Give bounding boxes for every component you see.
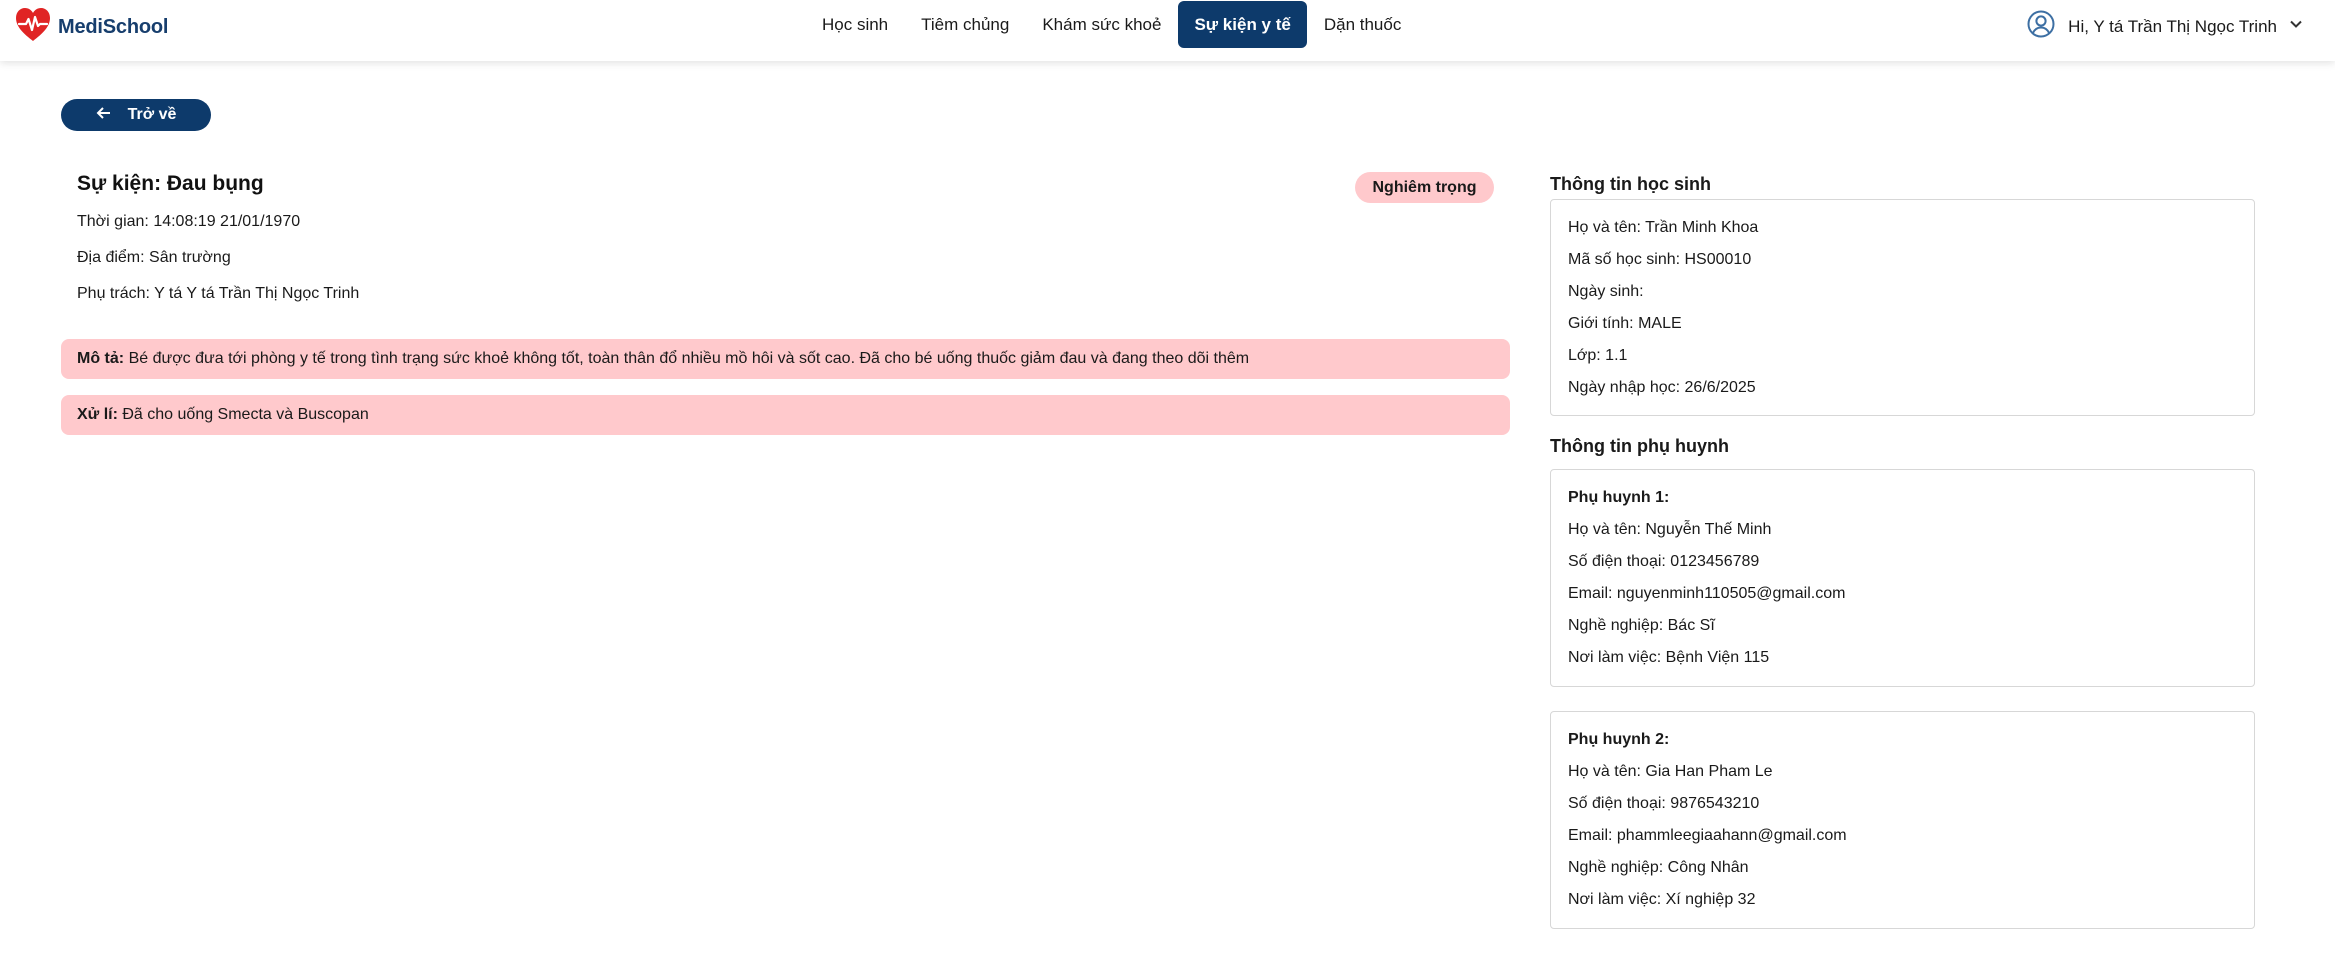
main-nav: Học sinh Tiêm chủng Khám sức khoẻ Sự kiệ… <box>806 1 1418 48</box>
event-owner: Phụ trách: Y tá Y tá Trần Thị Ngọc Trinh <box>77 285 359 303</box>
parent-2-email: Email: phammleegiaahann@gmail.com <box>1568 827 1847 844</box>
student-dob: Ngày sinh: <box>1568 283 1644 300</box>
student-enroll-date: Ngày nhập học: 26/6/2025 <box>1568 379 1756 396</box>
parent-2-workplace: Nơi làm việc: Xí nghiệp 32 <box>1568 891 1756 908</box>
chevron-down-icon[interactable] <box>2277 17 2303 36</box>
user-menu[interactable]: Hi, Y tá Trần Thị Ngọc Trinh <box>2026 9 2303 44</box>
event-owner-value: Y tá Y tá Trần Thị Ngọc Trinh <box>154 285 360 302</box>
parent-1-name: Họ và tên: Nguyễn Thế Minh <box>1568 521 1772 538</box>
student-info-card: Họ và tên: Trần Minh Khoa Mã số học sinh… <box>1550 199 2255 416</box>
parent-1-heading: Phụ huynh 1: <box>1568 489 1670 506</box>
student-id: Mã số học sinh: HS00010 <box>1568 251 1752 268</box>
back-button[interactable]: Trở về <box>61 99 211 131</box>
user-avatar-icon <box>2026 9 2056 44</box>
parent-2-phone: Số điện thoại: 9876543210 <box>1568 795 1760 812</box>
parent-info-title: Thông tin phụ huynh <box>1550 436 1729 456</box>
heart-pulse-icon <box>14 7 52 48</box>
back-button-label: Trở về <box>127 106 177 123</box>
event-owner-label: Phụ trách: <box>77 285 150 302</box>
nav-item-dan-thuoc[interactable]: Dặn thuốc <box>1308 1 1418 48</box>
event-time-value: 14:08:19 21/01/1970 <box>153 213 301 230</box>
parent-card-1: Phụ huynh 1: Họ và tên: Nguyễn Thế Minh … <box>1550 469 2255 687</box>
action-label: Xử lí: <box>77 406 118 423</box>
student-class: Lớp: 1.1 <box>1568 347 1628 364</box>
parent-1-email: Email: nguyenminh110505@gmail.com <box>1568 585 1846 602</box>
user-greeting: Hi, Y tá Trần Thị Ngọc Trinh <box>2068 16 2277 36</box>
brand-logo-link[interactable]: MediSchool <box>14 7 168 48</box>
parent-1-job: Nghề nghiệp: Bác Sĩ <box>1568 617 1715 634</box>
student-gender: Giới tính: MALE <box>1568 315 1682 332</box>
parent-card-2: Phụ huynh 2: Họ và tên: Gia Han Pham Le … <box>1550 711 2255 929</box>
event-place-label: Địa điểm: <box>77 249 145 266</box>
description-text: Bé được đưa tới phòng y tế trong tình tr… <box>128 350 1250 367</box>
nav-item-su-kien-y-te[interactable]: Sự kiện y tế <box>1178 1 1307 48</box>
nav-item-kham-suc-khoe[interactable]: Khám sức khoẻ <box>1026 1 1177 48</box>
event-action: Xử lí: Đã cho uống Smecta và Buscopan <box>61 395 1510 435</box>
event-place: Địa điểm: Sân trường <box>77 249 231 267</box>
parent-2-heading: Phụ huynh 2: <box>1568 731 1670 748</box>
event-time-label: Thời gian: <box>77 213 149 230</box>
parent-1-workplace: Nơi làm việc: Bệnh Viện 115 <box>1568 649 1770 666</box>
parent-2-name: Họ và tên: Gia Han Pham Le <box>1568 763 1773 780</box>
event-place-value: Sân trường <box>149 249 231 266</box>
description-label: Mô tả: <box>77 350 125 367</box>
student-name: Họ và tên: Trần Minh Khoa <box>1568 219 1759 236</box>
nav-item-tiem-chung[interactable]: Tiêm chủng <box>905 1 1025 48</box>
brand-name: MediSchool <box>58 16 169 38</box>
event-title: Sự kiện: Đau bụng <box>77 172 264 195</box>
top-navbar: MediSchool Học sinh Tiêm chủng Khám sức … <box>0 0 2335 61</box>
nav-item-hoc-sinh[interactable]: Học sinh <box>806 1 904 48</box>
action-text: Đã cho uống Smecta và Buscopan <box>122 406 369 423</box>
severity-badge: Nghiêm trọng <box>1355 172 1494 203</box>
student-info-title: Thông tin học sinh <box>1550 174 1711 194</box>
parent-1-phone: Số điện thoại: 0123456789 <box>1568 553 1760 570</box>
arrow-left-icon <box>96 105 128 126</box>
event-time: Thời gian: 14:08:19 21/01/1970 <box>77 213 300 231</box>
event-description: Mô tả: Bé được đưa tới phòng y tế trong … <box>61 339 1510 379</box>
parent-2-job: Nghề nghiệp: Công Nhân <box>1568 859 1749 876</box>
